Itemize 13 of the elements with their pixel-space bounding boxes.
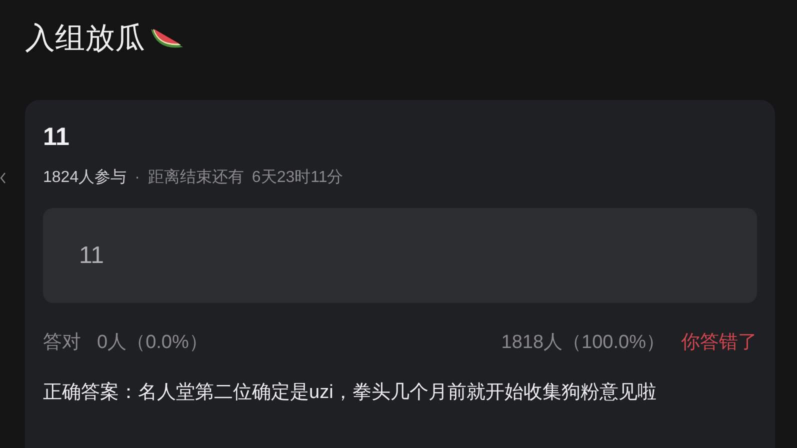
participants-count: 1824人参与 <box>43 168 127 188</box>
question-text: 11 <box>43 122 70 152</box>
answer-option[interactable]: 11 <box>43 208 757 303</box>
correct-answer-text: 正确答案：名人堂第二位确定是uzi，拳头几个月前就开始收集狗粉意见啦 <box>43 380 658 404</box>
correct-label: 答对 <box>43 331 81 355</box>
countdown-label: 距离结束还有 <box>148 168 244 188</box>
result-text: 你答错了 <box>681 331 757 355</box>
separator: · <box>134 168 140 188</box>
wrong-count: 1818人（100.0%） <box>501 331 665 355</box>
back-chevron-icon[interactable] <box>0 172 6 184</box>
correct-count: 0人（0.0%） <box>97 331 208 355</box>
countdown-time: 6天23时11分 <box>252 168 344 188</box>
page-title: 入组放瓜 <box>25 21 145 57</box>
